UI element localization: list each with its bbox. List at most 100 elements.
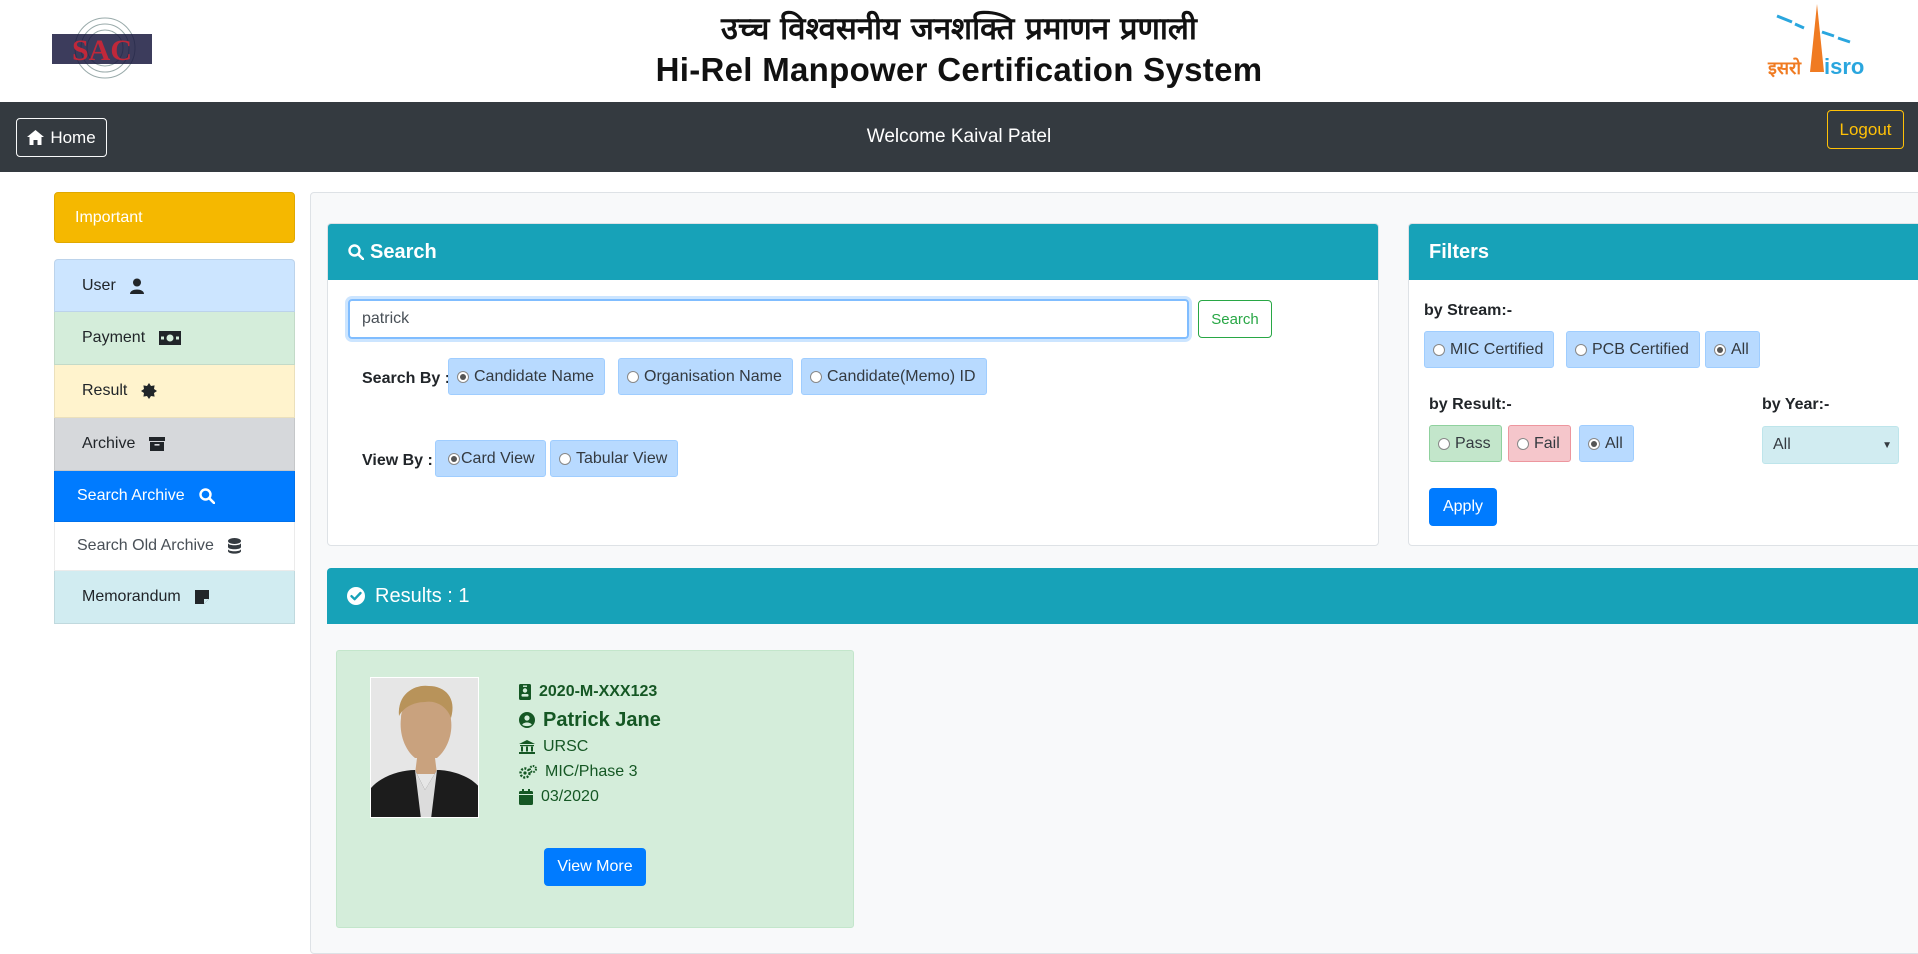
radio-unselected [1517,437,1529,450]
option-label: Card View [461,449,535,467]
sidebar-important[interactable]: Important [54,192,295,243]
search-by-organisation-name[interactable]: Organisation Name [618,358,793,395]
check-circle-icon [347,587,365,605]
view-by-label: View By : [362,452,433,469]
year-select-value: All [1773,436,1791,453]
radio-selected [457,370,469,383]
search-icon [198,488,215,504]
option-label: All [1731,340,1749,358]
stream-phase: MIC/Phase 3 [545,762,638,780]
option-label: PCB Certified [1592,340,1689,358]
sidebar-item-label: Memorandum [82,588,181,605]
database-icon [227,538,241,554]
option-label: All [1605,434,1623,452]
certification-date: 03/2020 [541,787,599,805]
filters-heading: Filters [1429,240,1490,263]
organisation: URSC [543,737,589,755]
calendar-icon [519,788,533,805]
memo-id-row: 2020-M-XXX123 [519,678,661,706]
welcome-text: Welcome Kaival Patel [866,126,1052,147]
year-label: by Year:- [1762,396,1830,413]
user-icon [129,278,144,294]
search-card-header: Search [328,224,1378,280]
result-label: by Result:- [1429,396,1512,413]
svg-text:isro: isro [1824,54,1864,79]
sidebar-item-search-archive[interactable]: Search Archive [54,471,295,522]
option-label: Candidate Name [474,367,595,385]
sticky-note-icon [194,590,209,604]
sidebar-item-label: Payment [82,329,146,346]
sidebar-item-payment[interactable]: Payment [54,312,295,365]
candidate-name: Patrick Jane [543,708,661,731]
sidebar-item-memorandum[interactable]: Memorandum [54,571,295,624]
sidebar-item-label: Result [82,382,128,399]
option-label: Organisation Name [644,367,782,385]
archive-icon [149,437,166,451]
search-by-label: Search By : [362,370,451,387]
top-navbar: Home Welcome Kaival Patel Logout [0,102,1918,172]
filters-card-header: Filters [1409,224,1918,280]
memo-id: 2020-M-XXX123 [539,683,658,700]
result-all[interactable]: All [1579,425,1634,462]
svg-text:इसरो: इसरो [1767,57,1802,79]
results-header: Results : 1 [327,568,1918,624]
search-icon [348,244,364,260]
header-titles: उच्च विश्वसनीय जनशक्ति प्रमाणन प्रणाली H… [0,8,1918,90]
search-by-memo-id[interactable]: Candidate(Memo) ID [801,358,987,395]
sidebar-item-label: Search Archive [77,487,185,504]
candidate-name-row: Patrick Jane [519,706,661,734]
user-circle-icon [519,712,535,728]
results-count: Results : 1 [375,584,470,607]
search-input[interactable]: patrick [348,299,1189,339]
stream-all[interactable]: All [1705,331,1760,368]
date-row: 03/2020 [519,784,661,809]
sidebar-item-user[interactable]: User [54,259,295,312]
stream-mic-certified[interactable]: MIC Certified [1424,331,1555,368]
candidate-card: 2020-M-XXX123 Patrick Jane URSC MIC/Phas… [336,650,854,928]
radio-unselected [1438,437,1450,450]
organisation-row: URSC [519,734,661,759]
candidate-info: 2020-M-XXX123 Patrick Jane URSC MIC/Phas… [519,678,661,809]
radio-unselected [810,370,822,383]
option-label: Candidate(Memo) ID [827,367,976,385]
logout-button[interactable]: Logout [1827,110,1904,149]
view-by-card[interactable]: Card View [435,440,546,477]
money-icon [159,331,182,345]
option-label: Fail [1534,434,1560,452]
site-header: SAC उच्च विश्वसनीय जनशक्ति प्रमाणन प्रणा… [0,0,1918,102]
result-fail[interactable]: Fail [1508,425,1571,462]
view-more-button[interactable]: View More [544,848,646,886]
apply-button[interactable]: Apply [1429,488,1497,526]
sidebar-item-search-old-archive[interactable]: Search Old Archive [54,522,295,571]
sidebar-item-result[interactable]: Result [54,365,295,418]
cogs-icon [519,764,537,779]
option-label: MIC Certified [1450,340,1544,358]
radio-selected [448,452,460,465]
option-label: Tabular View [576,449,668,467]
search-heading: Search [370,240,437,263]
title-english: Hi-Rel Manpower Certification System [655,51,1263,88]
sidebar-item-label: Archive [82,435,136,452]
search-button[interactable]: Search [1198,300,1272,338]
search-by-candidate-name[interactable]: Candidate Name [448,358,606,395]
radio-unselected [1433,343,1445,356]
isro-logo: इसरो isro [1762,2,1878,100]
radio-selected [1714,343,1726,356]
view-by-tabular[interactable]: Tabular View [550,440,679,477]
radio-selected [1588,437,1600,450]
stream-pcb-certified[interactable]: PCB Certified [1566,331,1700,368]
radio-unselected [559,452,571,465]
search-card: Search patrick Search Search By : Candid… [327,223,1379,546]
sidebar-menu: User Payment Result Archive Search Archi… [54,259,295,624]
sidebar-item-archive[interactable]: Archive [54,418,295,471]
stream-label: by Stream:- [1424,302,1513,319]
certificate-icon [141,383,158,399]
sidebar: Important User Payment Result Archive Se… [54,192,295,624]
title-hindi: उच्च विश्वसनीय जनशक्ति प्रमाणन प्रणाली [721,11,1197,47]
radio-unselected [627,370,639,383]
year-select[interactable]: All ▼ [1762,426,1899,464]
result-pass[interactable]: Pass [1429,425,1502,462]
candidate-photo [370,677,479,818]
sidebar-item-label: User [82,276,116,294]
radio-unselected [1575,343,1587,356]
